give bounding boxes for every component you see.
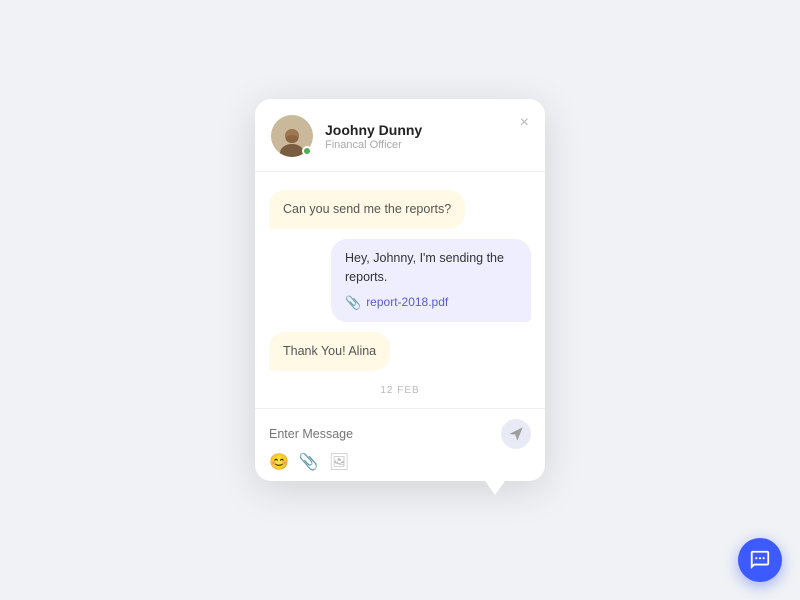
chat-widget: Joohny Dunny Financal Officer × Can you … xyxy=(255,99,545,481)
chat-input-area: 😊 📎 🖼 xyxy=(255,408,545,481)
toolbar-row: 😊 📎 🖼 xyxy=(269,449,531,475)
message-text-2: Hey, Johnny, I'm sending the reports. xyxy=(345,251,504,284)
avatar xyxy=(271,115,313,157)
contact-name: Joohny Dunny xyxy=(325,122,529,138)
send-button[interactable] xyxy=(501,419,531,449)
header-info: Joohny Dunny Financal Officer xyxy=(325,122,529,151)
online-indicator xyxy=(302,146,312,156)
message-bubble-2: Hey, Johnny, I'm sending the reports. 📎 … xyxy=(331,239,531,322)
image-button[interactable]: 🖼 xyxy=(329,455,349,471)
contact-role: Financal Officer xyxy=(325,139,529,151)
emoji-button[interactable]: 😊 xyxy=(269,455,289,471)
message-text-3: Thank You! Alina xyxy=(283,344,376,358)
message-text-1: Can you send me the reports? xyxy=(283,202,451,216)
float-chat-icon xyxy=(749,549,771,571)
chat-header: Joohny Dunny Financal Officer × xyxy=(255,99,545,172)
close-button[interactable]: × xyxy=(518,113,531,133)
float-chat-button[interactable] xyxy=(738,538,782,582)
message-input[interactable] xyxy=(269,423,493,445)
messages-area: Can you send me the reports? Hey, Johnny… xyxy=(255,172,545,408)
attachment-icon: 📎 xyxy=(345,293,361,313)
message-bubble-3: Thank You! Alina xyxy=(269,332,390,371)
attachment-link[interactable]: 📎 report-2018.pdf xyxy=(345,293,517,313)
date-divider: 12 FEB xyxy=(269,385,531,396)
attach-button[interactable]: 📎 xyxy=(299,455,319,471)
page-container: Joohny Dunny Financal Officer × Can you … xyxy=(0,0,800,600)
attachment-filename: report-2018.pdf xyxy=(366,293,448,311)
input-row xyxy=(269,419,531,449)
message-bubble-1: Can you send me the reports? xyxy=(269,190,465,229)
send-icon xyxy=(508,426,524,442)
